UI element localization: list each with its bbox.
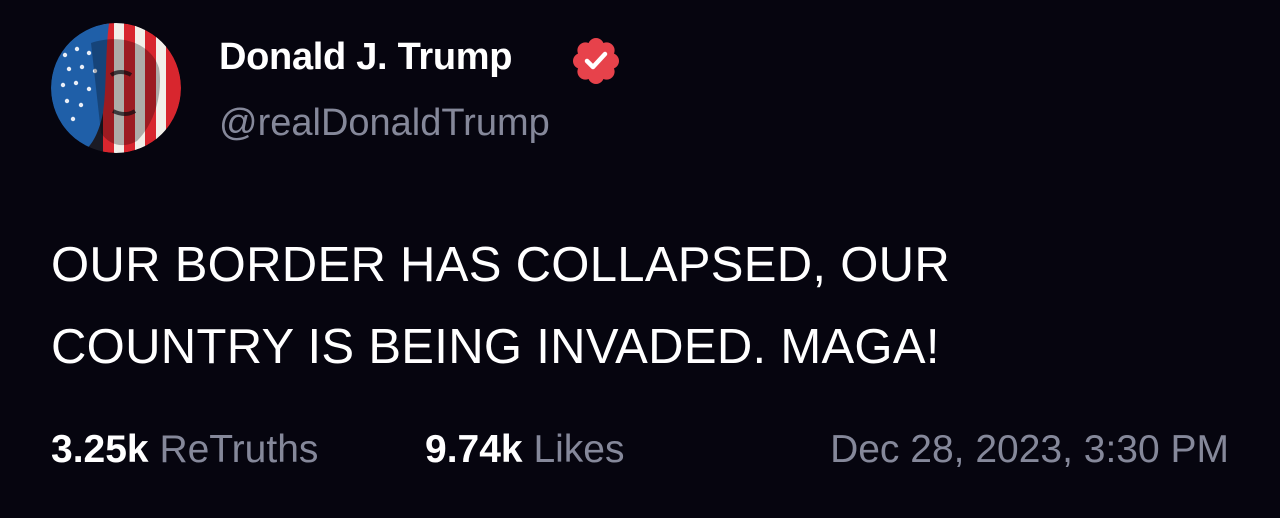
- author-avatar[interactable]: [51, 23, 181, 153]
- post-timestamp[interactable]: Dec 28, 2023, 3:30 PM: [830, 428, 1229, 472]
- post-text-line: COUNTRY IS BEING INVADED. MAGA!: [51, 320, 940, 374]
- retruths-stat[interactable]: 3.25k ReTruths: [51, 428, 318, 472]
- author-display-name[interactable]: Donald J. Trump: [219, 36, 513, 79]
- likes-stat[interactable]: 9.74k Likes: [425, 428, 625, 472]
- post-card: Donald J. Trump @realDonaldTrump OUR BOR…: [0, 0, 1280, 518]
- post-text: OUR BORDER HAS COLLAPSED, OUR COUNTRY IS…: [51, 224, 1151, 388]
- post-text-line: OUR BORDER HAS COLLAPSED, OUR: [51, 238, 951, 292]
- retruths-count: 3.25k: [51, 428, 149, 471]
- verified-badge-icon: [573, 38, 619, 84]
- flag-portrait-avatar-icon: [51, 23, 181, 153]
- likes-label: Likes: [533, 428, 625, 471]
- author-handle[interactable]: @realDonaldTrump: [219, 102, 550, 145]
- retruths-label: ReTruths: [159, 428, 319, 471]
- likes-count: 9.74k: [425, 428, 523, 471]
